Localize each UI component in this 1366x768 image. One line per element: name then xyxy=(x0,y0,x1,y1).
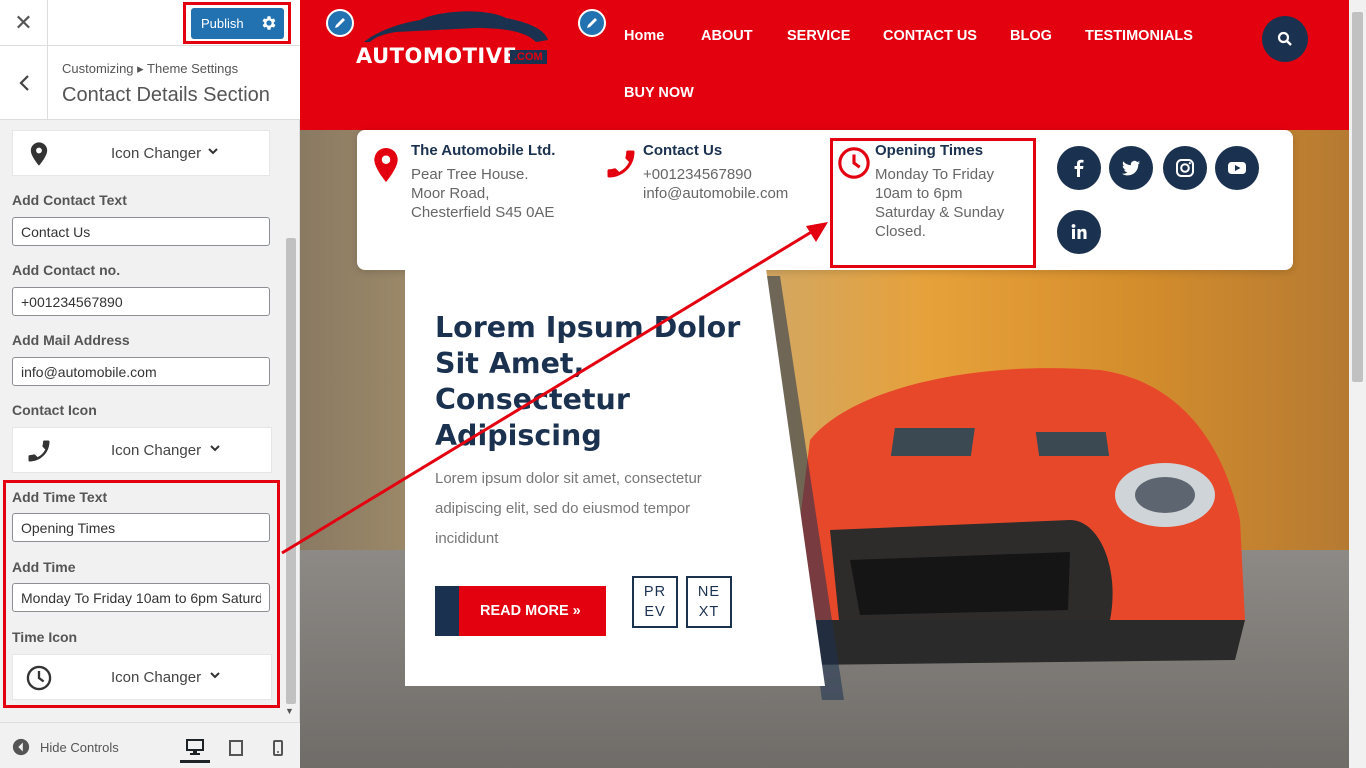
contact-email[interactable]: info@automobile.com xyxy=(643,184,788,203)
read-more-accent xyxy=(435,586,459,636)
contact-text-label: Add Contact Text xyxy=(12,192,127,208)
read-more-label: READ MORE » xyxy=(480,603,581,619)
prev-slide-button[interactable]: PR EV xyxy=(632,576,678,628)
chevron-down-icon xyxy=(210,445,220,452)
nav-about[interactable]: ABOUT xyxy=(701,28,753,44)
contact-info-card: The Automobile Ltd. Pear Tree House. Moo… xyxy=(357,130,1293,270)
collapse-icon xyxy=(12,738,30,756)
next-label-line-2: XT xyxy=(698,604,720,620)
preview-tablet-button[interactable] xyxy=(221,733,251,763)
address-line-2: Moor Road, xyxy=(411,185,490,202)
preview-scroll-thumb[interactable] xyxy=(1352,12,1363,382)
hide-controls-label: Hide Controls xyxy=(40,739,119,755)
hide-controls-button[interactable]: Hide Controls xyxy=(12,738,119,756)
nav-service[interactable]: SERVICE xyxy=(787,28,850,44)
preview-mobile-button[interactable] xyxy=(263,733,293,763)
logo-suffix: .COM xyxy=(510,50,547,64)
map-marker-icon xyxy=(374,148,398,182)
customizer-footer: Hide Controls xyxy=(0,722,300,768)
next-label-line-1: NE xyxy=(697,584,721,600)
mail-address-input[interactable] xyxy=(12,357,270,386)
contact-text-input[interactable] xyxy=(12,217,270,246)
instagram-button[interactable] xyxy=(1163,146,1207,190)
facebook-icon xyxy=(1074,159,1084,177)
contact-title: Contact Us xyxy=(643,142,723,159)
search-icon xyxy=(1277,31,1292,46)
controls-scroll-thumb[interactable] xyxy=(286,238,296,704)
nav-testimonials[interactable]: TESTIMONIALS xyxy=(1085,28,1193,44)
time-fields-highlight-box xyxy=(3,480,280,708)
mobile-icon xyxy=(273,740,283,756)
phone-icon xyxy=(28,440,50,462)
tablet-icon xyxy=(229,740,243,756)
site-logo[interactable]: AUTOMOTIVE .COM xyxy=(356,6,552,72)
address-icon-changer[interactable]: Icon Changer xyxy=(12,130,270,176)
customizer-sidebar: ✕ Publish Customizing ▸ Theme Settings C… xyxy=(0,0,300,768)
chevron-left-icon xyxy=(18,75,29,91)
site-header: AUTOMOTIVE .COM Home ABOUT SERVICE CONTA… xyxy=(300,0,1349,130)
instagram-icon xyxy=(1176,159,1194,177)
map-marker-icon xyxy=(30,142,48,166)
address-block: The Automobile Ltd. Pear Tree House. Moo… xyxy=(411,142,555,222)
contact-icon-label: Contact Icon xyxy=(12,402,97,418)
contact-block: Contact Us +001234567890 info@automobile… xyxy=(643,142,788,203)
phone-icon xyxy=(607,150,635,178)
contact-phone[interactable]: +001234567890 xyxy=(643,165,788,184)
read-more-button[interactable]: READ MORE » xyxy=(435,586,606,636)
section-header: Customizing ▸ Theme Settings Contact Det… xyxy=(0,46,300,120)
address-title: The Automobile Ltd. xyxy=(411,142,556,159)
customizer-topbar: ✕ Publish xyxy=(0,0,300,46)
mail-address-label: Add Mail Address xyxy=(12,332,130,348)
icon-changer-label: Icon Changer xyxy=(111,442,202,459)
contact-no-label: Add Contact no. xyxy=(12,262,121,278)
gear-icon[interactable] xyxy=(260,14,278,32)
search-button[interactable] xyxy=(1262,16,1308,62)
twitter-icon xyxy=(1122,160,1140,176)
publish-label: Publish xyxy=(201,16,244,31)
youtube-button[interactable] xyxy=(1215,146,1259,190)
section-title: Contact Details Section xyxy=(62,84,270,106)
pencil-icon xyxy=(335,18,345,28)
publish-button[interactable]: Publish xyxy=(191,8,284,39)
linkedin-icon xyxy=(1071,224,1087,239)
close-customizer-button[interactable]: ✕ xyxy=(0,0,48,46)
address-line-1: Pear Tree House. xyxy=(411,166,529,183)
contact-icon-changer[interactable]: Icon Changer xyxy=(12,427,272,473)
facebook-button[interactable] xyxy=(1057,146,1101,190)
preview-desktop-button[interactable] xyxy=(180,733,210,763)
back-button[interactable] xyxy=(0,46,48,120)
contact-no-input[interactable] xyxy=(12,287,270,316)
slide-title: Lorem Ipsum Dolor Sit Amet, Consectetur … xyxy=(435,311,741,452)
close-icon: ✕ xyxy=(14,10,33,35)
youtube-icon xyxy=(1228,162,1246,174)
next-slide-button[interactable]: NE XT xyxy=(686,576,732,628)
scroll-down-arrow[interactable]: ▼ xyxy=(285,706,294,716)
chevron-down-icon xyxy=(208,148,218,155)
nav-blog[interactable]: BLOG xyxy=(1010,28,1052,44)
icon-changer-label: Icon Changer xyxy=(111,145,202,162)
pencil-icon xyxy=(587,18,597,28)
edit-menu-shortcut[interactable] xyxy=(578,9,606,37)
nav-home[interactable]: Home xyxy=(624,28,664,44)
twitter-button[interactable] xyxy=(1109,146,1153,190)
linkedin-button[interactable] xyxy=(1057,210,1101,254)
prev-label-line-2: EV xyxy=(644,604,666,620)
slide-text: Lorem ipsum dolor sit amet, consectetur … xyxy=(435,470,702,547)
nav-contact-us[interactable]: CONTACT US xyxy=(883,28,977,44)
edit-logo-shortcut[interactable] xyxy=(326,9,354,37)
logo-text: AUTOMOTIVE xyxy=(356,44,518,68)
nav-buy-now[interactable]: BUY NOW xyxy=(624,85,694,101)
breadcrumb: Customizing ▸ Theme Settings xyxy=(62,61,239,76)
desktop-icon xyxy=(186,738,204,755)
opening-times-highlight-box xyxy=(830,138,1036,268)
car-silhouette-logo xyxy=(364,11,548,43)
address-line-3: Chesterfield S45 0AE xyxy=(411,204,555,221)
prev-label-line-1: PR xyxy=(643,584,667,600)
